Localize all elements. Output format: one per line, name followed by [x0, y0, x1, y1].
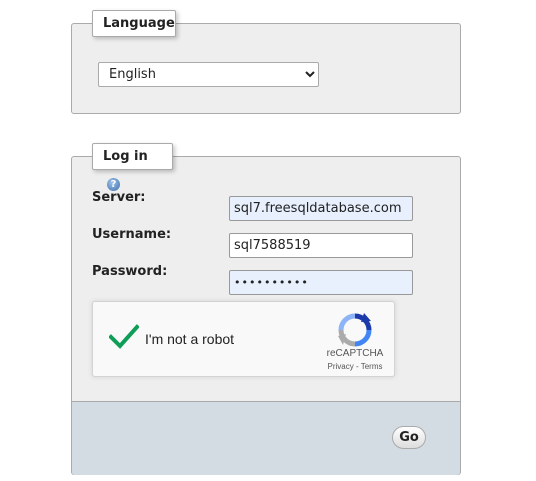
- captcha-label: I'm not a robot: [145, 331, 235, 347]
- go-button[interactable]: Go: [392, 426, 426, 449]
- language-select[interactable]: English: [98, 62, 319, 87]
- recaptcha-brand: reCAPTCHA: [326, 348, 384, 359]
- recaptcha-logo-icon: [338, 313, 372, 347]
- username-label: Username:: [92, 227, 172, 242]
- server-input[interactable]: [229, 196, 413, 221]
- recaptcha-links[interactable]: Privacy - Terms: [313, 362, 397, 371]
- login-legend-label: Log in: [103, 149, 148, 164]
- login-legend: Log in?: [92, 143, 173, 191]
- password-input[interactable]: [229, 270, 413, 295]
- username-input[interactable]: [229, 233, 413, 258]
- recaptcha-widget: I'm not a robot reCAPTCHA Privacy - Term…: [92, 301, 395, 377]
- checkmark-icon[interactable]: [109, 324, 139, 350]
- password-label: Password:: [92, 264, 168, 279]
- language-legend: Language: [92, 10, 176, 37]
- server-label: Server:: [92, 190, 146, 205]
